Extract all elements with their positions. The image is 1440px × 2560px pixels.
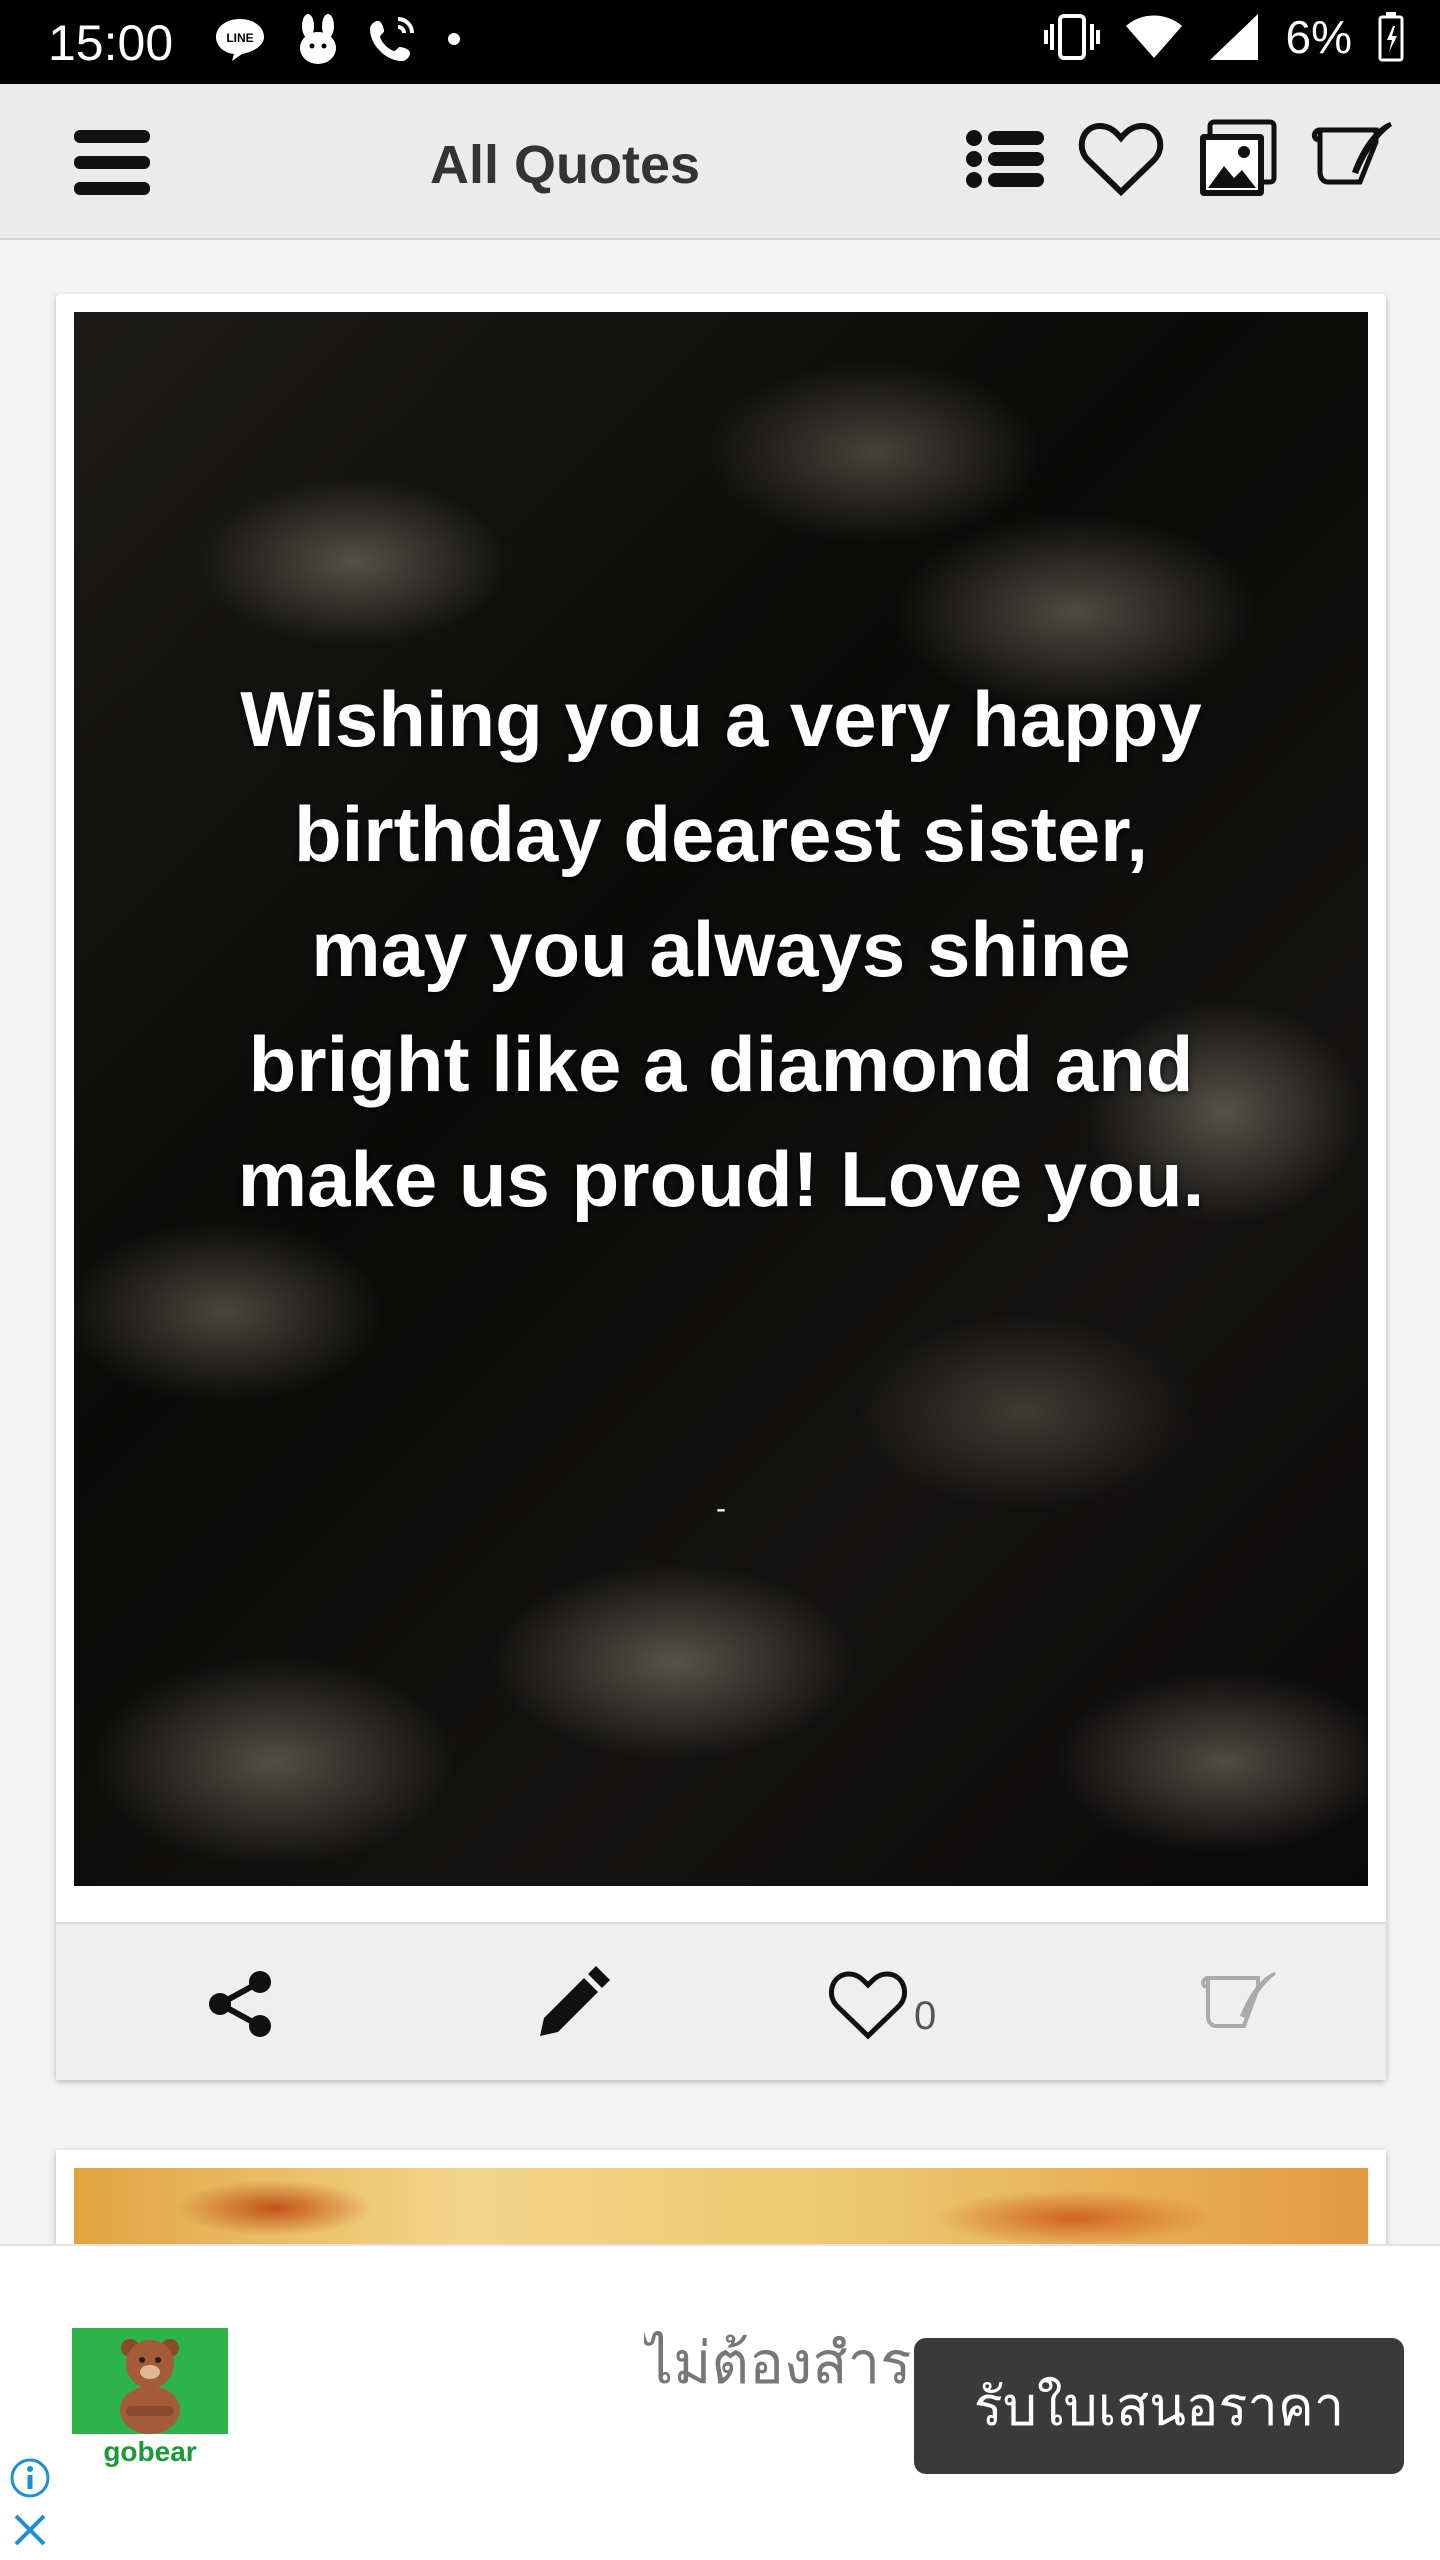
quote-image[interactable]: Wishing you a very happy birthday deares…: [74, 312, 1368, 1886]
notification-icons: LINE: [212, 14, 464, 64]
signal-icon: [1209, 14, 1258, 60]
wifi-icon: [1125, 15, 1182, 58]
ad-cta-button[interactable]: รับใบเสนอราคา: [914, 2338, 1404, 2474]
system-icons: 6%: [1043, 10, 1404, 64]
status-time: 15:00: [48, 15, 174, 71]
status-bar: 15:00 LINE 6%: [0, 0, 1440, 84]
write-button[interactable]: [1310, 116, 1396, 202]
page-title: All Quotes: [429, 135, 701, 195]
edit-button[interactable]: [532, 1964, 612, 2044]
list-icon: [966, 130, 1044, 188]
list-button[interactable]: [962, 116, 1048, 202]
bear-icon: [120, 2339, 180, 2434]
favorites-button[interactable]: [1078, 116, 1164, 202]
quote-card: Wishing you a very happy birthday deares…: [56, 294, 1386, 2080]
quote-text: Wishing you a very happy birthday deares…: [237, 675, 1205, 1223]
battery-percent: 6%: [1285, 11, 1352, 63]
wifi-call-icon: [370, 17, 414, 61]
heart-icon: [828, 1971, 908, 2040]
share-icon: [209, 1971, 271, 2037]
write-icon: [1201, 1972, 1276, 2028]
write-icon: [1311, 122, 1392, 185]
card-actions: 0: [56, 1922, 1386, 2080]
menu-icon: [74, 130, 150, 195]
ad-logo[interactable]: [72, 2328, 228, 2434]
close-icon[interactable]: [8, 2508, 52, 2552]
info-icon[interactable]: [8, 2456, 52, 2500]
svg-text:LINE: LINE: [226, 31, 253, 45]
toolbar: [962, 116, 1396, 202]
battery-icon: [1378, 12, 1404, 62]
menu-button[interactable]: [70, 120, 154, 204]
line-icon: LINE: [216, 19, 264, 61]
gallery-icon: [1200, 119, 1277, 196]
dot-icon: [448, 33, 460, 45]
app-bar: All Quotes: [0, 84, 1440, 240]
like-count: 0: [914, 1994, 937, 2038]
ad-banner[interactable]: gobear ไม่ต้องสำรวจ เลย คลิก รับใบเสนอรา…: [0, 2244, 1440, 2560]
ad-brand: gobear: [103, 2436, 197, 2467]
quote-author: -: [716, 1492, 726, 1525]
vibrate-icon: [1043, 14, 1100, 60]
gallery-button[interactable]: [1194, 116, 1280, 202]
like-button[interactable]: [828, 1964, 908, 2044]
bunny-icon: [300, 14, 336, 64]
write-quote-button[interactable]: [1200, 1964, 1280, 2044]
share-button[interactable]: [200, 1964, 280, 2044]
edit-icon: [540, 1966, 610, 2036]
heart-icon: [1078, 122, 1164, 197]
